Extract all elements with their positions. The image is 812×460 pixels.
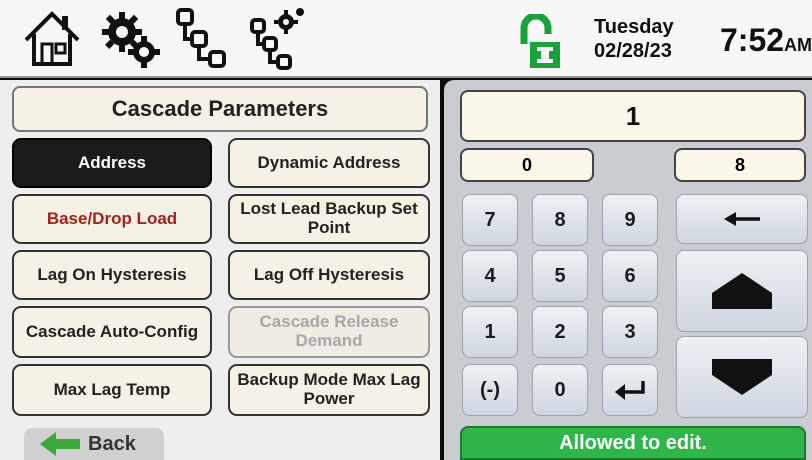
param-lost-lead-backup-button[interactable]: Lost Lead Backup Set Point [228, 194, 430, 244]
page-title: Cascade Parameters [12, 86, 428, 132]
key-5[interactable]: 5 [532, 250, 588, 302]
time-value: 7:52 [720, 22, 785, 58]
settings-gears-icon[interactable] [100, 6, 164, 72]
max-value: 8 [674, 148, 806, 182]
param-dynamic-address-button[interactable]: Dynamic Address [228, 138, 430, 188]
key-1[interactable]: 1 [462, 306, 518, 358]
param-max-lag-temp-button[interactable]: Max Lag Temp [12, 364, 212, 416]
day-label: Tuesday [594, 16, 674, 38]
network-settings-icon[interactable] [248, 6, 312, 72]
param-lag-off-hysteresis-button[interactable]: Lag Off Hysteresis [228, 250, 430, 300]
lock-icon[interactable] [516, 14, 566, 70]
key-9[interactable]: 9 [602, 194, 658, 246]
param-base-drop-load-button[interactable]: Base/Drop Load [12, 194, 212, 244]
key-2[interactable]: 2 [532, 306, 588, 358]
home-icon[interactable] [20, 6, 84, 72]
param-lag-on-hysteresis-button[interactable]: Lag On Hysteresis [12, 250, 212, 300]
time-ampm: AM [784, 35, 812, 55]
key-4[interactable]: 4 [462, 250, 518, 302]
value-display: 1 [460, 90, 806, 142]
enter-key[interactable] [602, 364, 658, 416]
back-label: Back [88, 432, 136, 455]
backspace-button[interactable] [676, 194, 808, 244]
key-3[interactable]: 3 [602, 306, 658, 358]
param-backup-mode-max-lag-power-button[interactable]: Backup Mode Max Lag Power [228, 364, 430, 416]
param-cascade-release-demand-button: Cascade Release Demand [228, 306, 430, 358]
time-label: 7:52AM [720, 22, 812, 59]
param-address-button[interactable]: Address [12, 138, 212, 188]
param-cascade-auto-config-button[interactable]: Cascade Auto-Config [12, 306, 212, 358]
down-arrow-icon [712, 359, 772, 395]
key-6[interactable]: 6 [602, 250, 658, 302]
increment-button[interactable] [676, 250, 808, 332]
network-icon[interactable] [172, 6, 236, 72]
key-7[interactable]: 7 [462, 194, 518, 246]
min-value: 0 [460, 148, 594, 182]
decrement-button[interactable] [676, 336, 808, 418]
key-8[interactable]: 8 [532, 194, 588, 246]
key-0[interactable]: 0 [532, 364, 588, 416]
top-bar: Tuesday 02/28/23 7:52AM [0, 0, 812, 78]
up-arrow-icon [712, 273, 772, 309]
edit-status-banner: Allowed to edit. [460, 426, 806, 460]
back-button[interactable]: Back [24, 428, 164, 460]
backspace-arrow-icon [724, 212, 760, 226]
back-arrow-icon [40, 432, 80, 456]
screen: Tuesday 02/28/23 7:52AM Cascade Paramete… [0, 0, 812, 460]
date-label: 02/28/23 [594, 40, 672, 62]
key-negative[interactable]: (-) [462, 364, 518, 416]
enter-icon [615, 381, 645, 400]
